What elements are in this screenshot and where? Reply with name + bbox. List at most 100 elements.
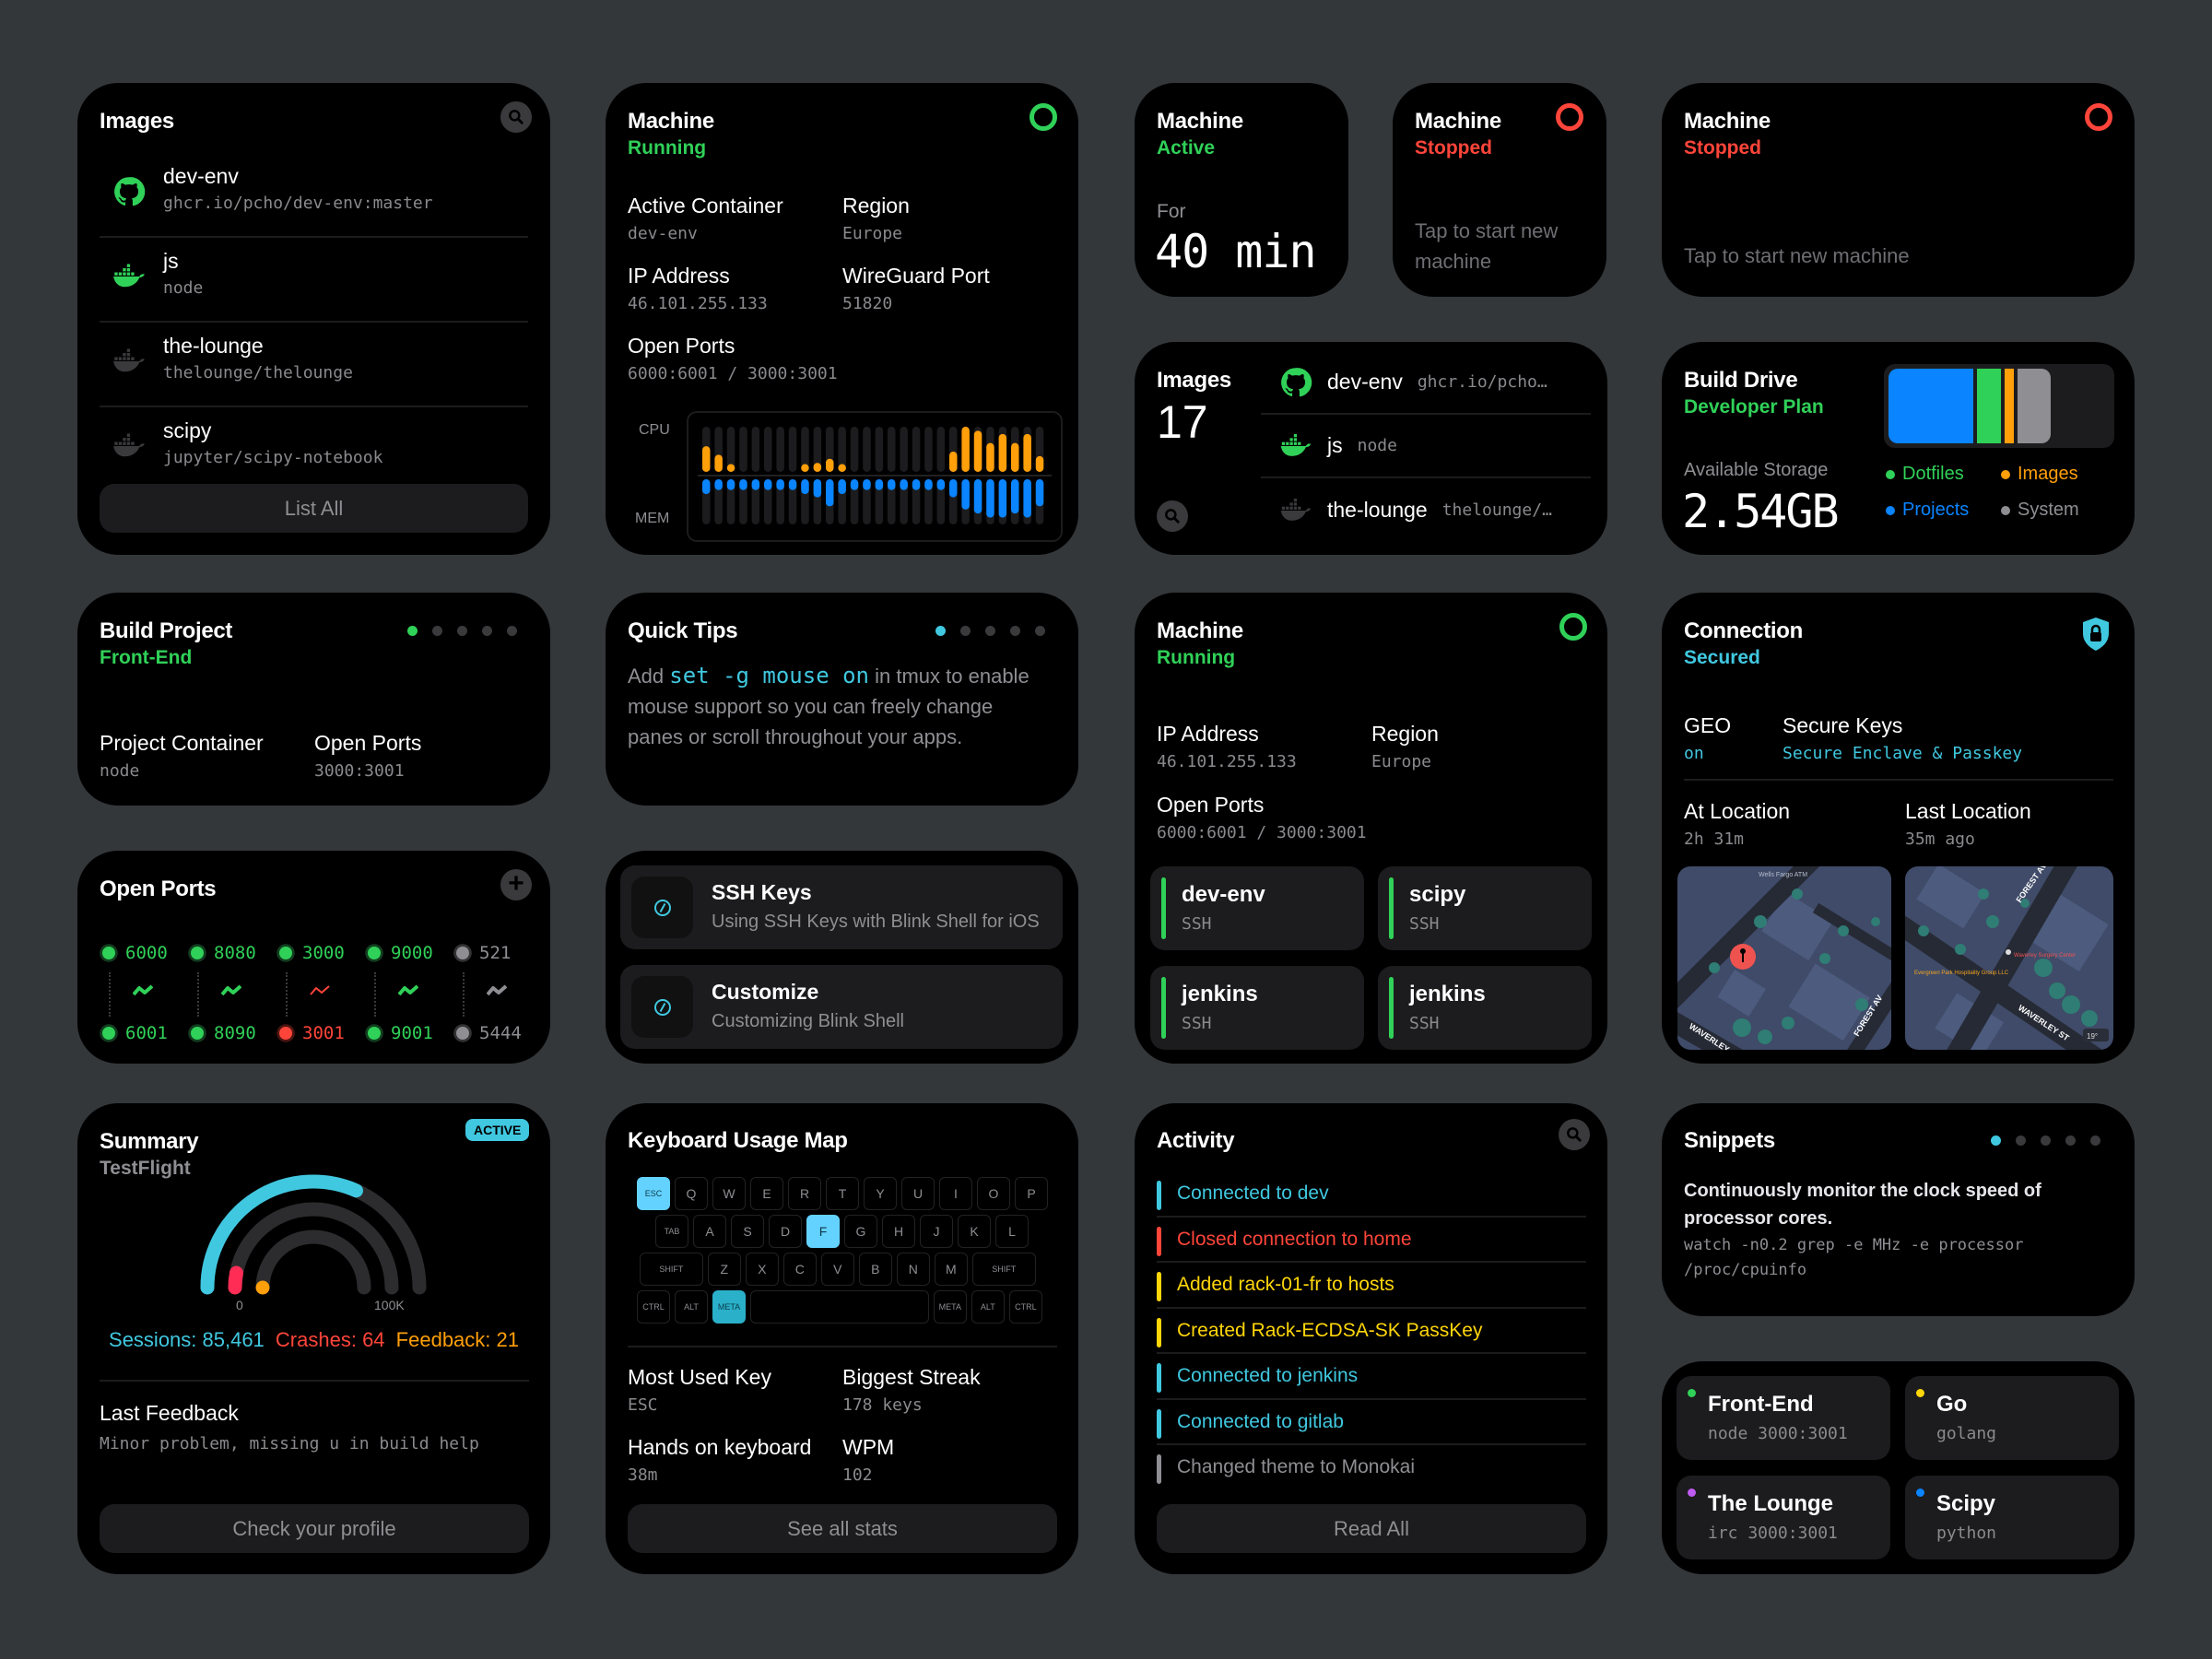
- page-indicator[interactable]: [935, 626, 1045, 636]
- machine-stopped-card[interactable]: Machine Stopped Tap to start new machine: [1393, 83, 1606, 297]
- project-detail: golang: [1936, 1424, 1997, 1443]
- page-dot[interactable]: [1991, 1135, 2001, 1146]
- see-all-stats-button[interactable]: See all stats: [628, 1504, 1057, 1553]
- quick-tips-card[interactable]: Quick Tips Add set -g mouse on in tmux t…: [606, 593, 1078, 806]
- host-tile[interactable]: jenkins SSH: [1150, 966, 1364, 1050]
- page-dot[interactable]: [457, 626, 467, 636]
- image-source: node: [1357, 436, 1397, 455]
- mem-bar: [826, 479, 834, 507]
- divider: [1684, 779, 2113, 781]
- port-status-dot: [191, 1027, 204, 1040]
- host-tile[interactable]: jenkins SSH: [1378, 966, 1592, 1050]
- project-tile[interactable]: Go golang: [1905, 1376, 2119, 1460]
- image-list-item[interactable]: the-lounge thelounge/thelounge: [100, 323, 528, 407]
- page-dot[interactable]: [985, 626, 995, 636]
- page-dot[interactable]: [507, 626, 517, 636]
- activity-item[interactable]: Created Rack-ECDSA-SK PassKey: [1157, 1309, 1586, 1354]
- image-list-item[interactable]: js node: [100, 238, 528, 323]
- snippets-card[interactable]: Snippets Continuously monitor the clock …: [1662, 1103, 2135, 1316]
- cpu-bar: [838, 464, 846, 472]
- port-status-dot: [279, 947, 292, 959]
- page-dot[interactable]: [407, 626, 418, 636]
- guide-item[interactable]: SSH Keys Using SSH Keys with Blink Shell …: [620, 865, 1063, 949]
- images-compact-search-button[interactable]: [1157, 500, 1188, 532]
- cpu-bar: [986, 442, 994, 472]
- page-dot[interactable]: [2065, 1135, 2076, 1146]
- read-all-button[interactable]: Read All: [1157, 1504, 1586, 1553]
- host-tile[interactable]: dev-env SSH: [1150, 866, 1364, 950]
- page-dot[interactable]: [2041, 1135, 2051, 1146]
- check-profile-button[interactable]: Check your profile: [100, 1504, 529, 1553]
- guide-item[interactable]: Customize Customizing Blink Shell: [620, 965, 1063, 1049]
- current-location-map[interactable]: WAVERLEY ST FOREST AV Wells Fargo ATM: [1677, 866, 1891, 1050]
- cpu-bar: [1023, 433, 1031, 472]
- page-indicator[interactable]: [407, 626, 517, 636]
- host-tile[interactable]: scipy SSH: [1378, 866, 1592, 950]
- port-item[interactable]: 3001: [276, 1023, 345, 1043]
- available-label: Available Storage: [1684, 460, 1829, 480]
- image-source: thelounge/…: [1441, 500, 1552, 520]
- page-dot[interactable]: [432, 626, 442, 636]
- machine-active-title: Machine: [1157, 109, 1243, 134]
- page-dot[interactable]: [2090, 1135, 2100, 1146]
- keyboard-card: Keyboard Usage Map ESC Q W E R T Y U I O P TAB A S D F G…: [606, 1103, 1078, 1574]
- list-all-button[interactable]: List All: [100, 484, 528, 533]
- port-number: 8080: [214, 943, 256, 963]
- cpu-track: [900, 427, 908, 472]
- magnifier-icon: [1565, 1125, 1583, 1144]
- machine-active-card[interactable]: Machine Active For 40 min: [1135, 83, 1348, 297]
- image-list-item[interactable]: dev-env ghcr.io/pcho/dev-env:master: [100, 153, 528, 238]
- cpu-track: [788, 427, 797, 472]
- ports-grid: 6000 6001 8080 8090 3000 3001 9000 9001 521 5444: [100, 943, 533, 1044]
- host-status-bar: [1389, 877, 1394, 939]
- image-list-item[interactable]: js node: [1261, 415, 1591, 478]
- snippet-code: watch -n0.2 grep -e MHz -e processor /pr…: [1684, 1236, 2024, 1279]
- port-item[interactable]: 521: [453, 943, 511, 963]
- port-item[interactable]: 9001: [365, 1023, 433, 1043]
- page-dot[interactable]: [2016, 1135, 2026, 1146]
- page-dot[interactable]: [1035, 626, 1045, 636]
- port-item[interactable]: 3000: [276, 943, 345, 963]
- machine-stopped-wide-card[interactable]: Machine Stopped Tap to start new machine: [1662, 83, 2135, 297]
- machine-stopped-wide-title: Machine: [1684, 109, 1771, 134]
- key-shift: SHIFT: [971, 1253, 1036, 1286]
- page-dot[interactable]: [482, 626, 492, 636]
- shield-lock-icon: [2083, 618, 2109, 651]
- activity-search-button[interactable]: [1559, 1119, 1590, 1150]
- activity-item[interactable]: Connected to gitlab: [1157, 1400, 1586, 1445]
- machine-stopped-title: Machine: [1415, 109, 1501, 134]
- project-detail: python: [1936, 1524, 1997, 1543]
- field-wireguard-port: WireGuard Port 51820: [842, 264, 990, 313]
- project-tile[interactable]: Scipy python: [1905, 1476, 2119, 1559]
- image-list-item[interactable]: the-lounge thelounge/…: [1261, 478, 1591, 542]
- activity-item[interactable]: Connected to dev: [1157, 1171, 1586, 1218]
- port-item[interactable]: 8090: [188, 1023, 256, 1043]
- port-item[interactable]: 5444: [453, 1023, 522, 1043]
- project-tile[interactable]: The Lounge irc 3000:3001: [1677, 1476, 1890, 1559]
- add-port-button[interactable]: +: [500, 869, 532, 900]
- image-list-item[interactable]: scipy jupyter/scipy-notebook: [100, 407, 528, 492]
- images-search-button[interactable]: [500, 101, 532, 133]
- last-location-map[interactable]: FOREST AVE WAVERLEY ST Waverley Surgery …: [1905, 866, 2113, 1050]
- activity-item[interactable]: Closed connection to home: [1157, 1218, 1586, 1263]
- port-item[interactable]: 8080: [188, 943, 256, 963]
- page-dot[interactable]: [960, 626, 971, 636]
- key-p: P: [1015, 1177, 1048, 1210]
- project-tile[interactable]: Front-End node 3000:3001: [1677, 1376, 1890, 1460]
- projects-grid: Front-End node 3000:3001 Go golang The Loung…: [1677, 1376, 2121, 1559]
- activity-item[interactable]: Connected to jenkins: [1157, 1354, 1586, 1400]
- activity-item[interactable]: Added rack-01-fr to hosts: [1157, 1263, 1586, 1309]
- key-alt: ALT: [971, 1290, 1005, 1324]
- activity-item[interactable]: Changed theme to Monokai: [1157, 1445, 1586, 1491]
- cpu-bar: [973, 430, 982, 472]
- build-project-card[interactable]: Build Project Front-End Project Containe…: [77, 593, 550, 806]
- port-item[interactable]: 6001: [100, 1023, 168, 1043]
- port-item[interactable]: 9000: [365, 943, 433, 963]
- page-dot[interactable]: [1010, 626, 1020, 636]
- page-indicator[interactable]: [1991, 1135, 2100, 1146]
- page-dot[interactable]: [935, 626, 946, 636]
- image-list-item[interactable]: dev-env ghcr.io/pcho…: [1261, 351, 1591, 415]
- port-item[interactable]: 6000: [100, 943, 168, 963]
- key-m: M: [934, 1253, 968, 1286]
- cpu-bar: [949, 451, 958, 472]
